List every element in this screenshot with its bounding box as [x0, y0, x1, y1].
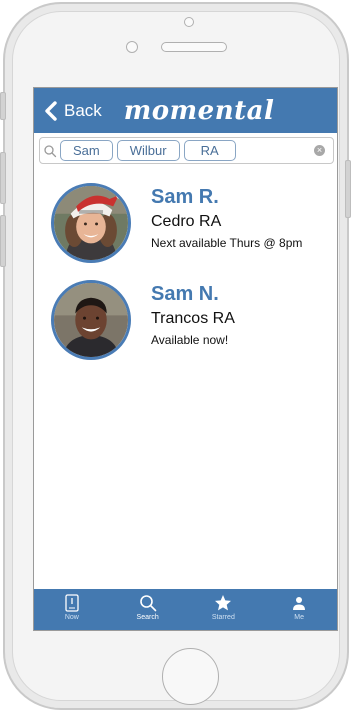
tab-search-label: Search [136, 614, 159, 621]
volume-down-button[interactable] [0, 215, 6, 267]
back-label: Back [64, 100, 102, 120]
app-screen: Back momental Sam Wilbur RA × Sam R. Ced… [33, 87, 338, 631]
clear-search-icon[interactable]: × [314, 145, 325, 156]
phone-icon [65, 594, 79, 612]
camera-icon [184, 17, 194, 27]
search-token-sam[interactable]: Sam [60, 140, 113, 161]
top-bar: Back momental [34, 88, 337, 133]
availability-text: Available now! [151, 333, 229, 347]
back-button[interactable]: Back [43, 101, 102, 121]
person-name: Sam N. [151, 283, 219, 305]
avatar [51, 280, 131, 360]
avatar [51, 183, 131, 263]
search-token-wilbur[interactable]: Wilbur [116, 140, 180, 161]
person-icon [293, 597, 306, 610]
person-name: Sam R. [151, 186, 219, 208]
speaker-grille [161, 42, 227, 52]
tab-bar: Now Search Starred Me [34, 589, 337, 630]
tab-me[interactable]: Me [261, 589, 337, 630]
home-button[interactable] [162, 648, 219, 705]
star-icon [215, 595, 232, 611]
search-icon [44, 144, 57, 157]
mute-switch[interactable] [0, 92, 6, 120]
volume-up-button[interactable] [0, 152, 6, 204]
avatar-photo-woman [54, 186, 128, 260]
tab-me-label: Me [294, 614, 304, 621]
tab-now[interactable]: Now [34, 589, 110, 630]
tab-now-label: Now [64, 614, 79, 621]
power-button[interactable] [345, 160, 351, 218]
sensor-icon [126, 41, 138, 53]
tab-starred-label: Starred [211, 614, 235, 621]
tab-starred[interactable]: Starred [186, 589, 262, 630]
app-logo: momental [123, 95, 275, 126]
result-item[interactable]: Sam N. Trancos RA Available now! [34, 280, 337, 366]
search-icon [139, 595, 156, 612]
tab-search[interactable]: Search [110, 589, 186, 630]
search-token-ra[interactable]: RA [183, 140, 236, 161]
chevron-left-icon [45, 100, 57, 121]
availability-text: Next available Thurs @ 8pm [151, 236, 303, 250]
person-dorm: Cedro RA [151, 213, 222, 230]
search-bar[interactable]: Sam Wilbur RA × [39, 137, 334, 164]
person-dorm: Trancos RA [151, 310, 235, 327]
result-item[interactable]: Sam R. Cedro RA Next available Thurs @ 8… [34, 183, 337, 269]
avatar-photo-man [54, 283, 128, 357]
